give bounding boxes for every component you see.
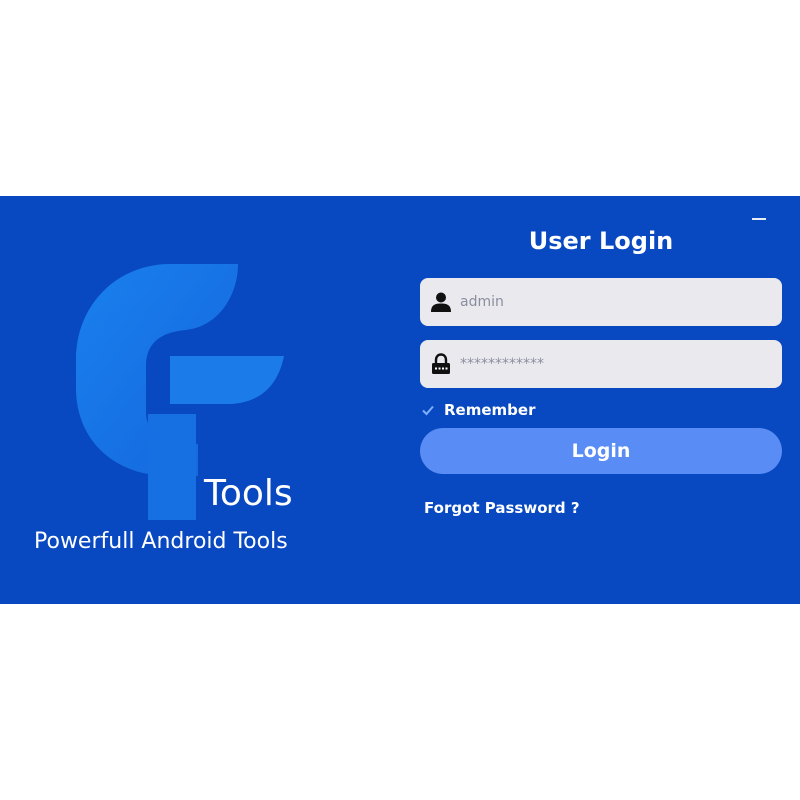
- password-input[interactable]: [460, 340, 770, 388]
- lock-icon: [430, 353, 452, 375]
- brand-name: Tools: [204, 473, 293, 514]
- user-icon: [430, 291, 452, 313]
- brand-tagline: Powerfull Android Tools: [34, 529, 288, 554]
- forgot-password-link[interactable]: Forgot Password ?: [424, 499, 580, 517]
- username-field[interactable]: [420, 278, 782, 326]
- login-window: Tools Powerfull Android Tools User Login: [0, 196, 800, 604]
- remember-checkbox[interactable]: Remember: [420, 400, 535, 420]
- username-input[interactable]: [460, 278, 770, 326]
- checkmark-icon[interactable]: [420, 402, 436, 418]
- login-button[interactable]: Login: [420, 428, 782, 474]
- password-field[interactable]: [420, 340, 782, 388]
- page: Tools Powerfull Android Tools User Login: [0, 0, 800, 800]
- minimize-icon[interactable]: [752, 212, 766, 224]
- login-title: User Login: [528, 227, 674, 255]
- remember-label: Remember: [444, 401, 536, 419]
